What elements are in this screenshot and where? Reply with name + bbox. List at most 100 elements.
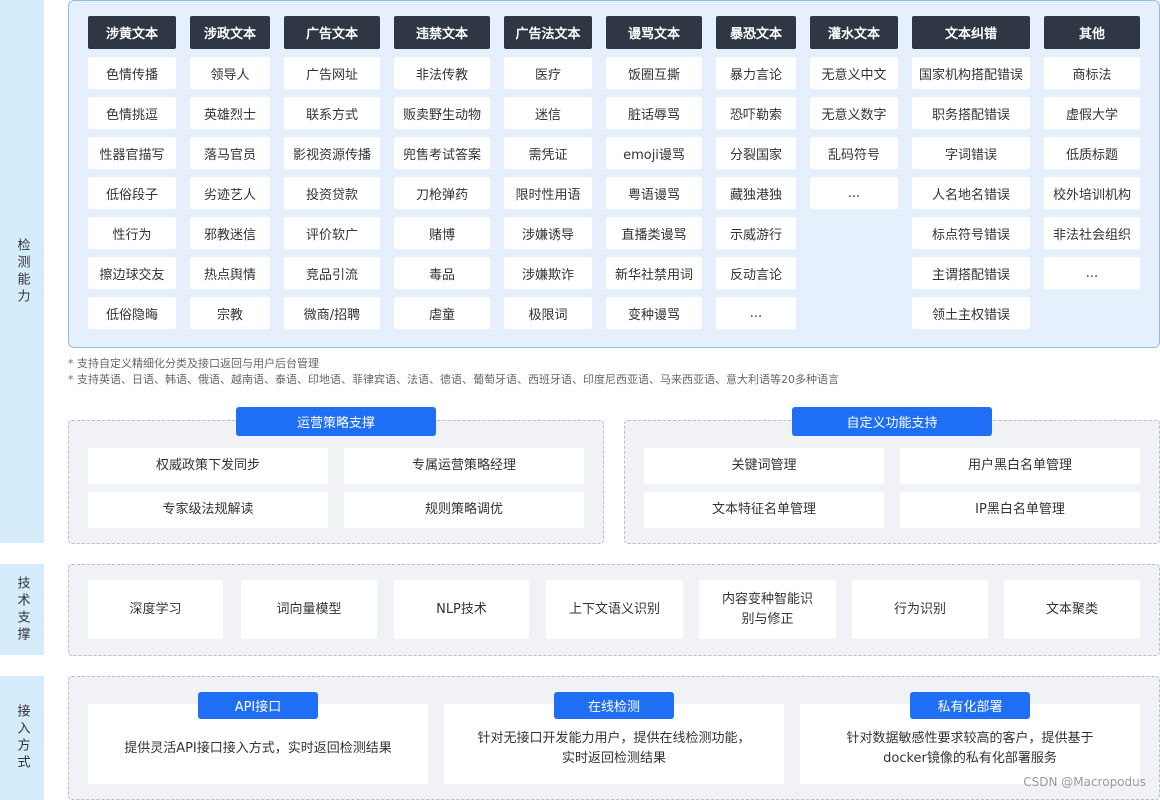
category-cell: 国家机构搭配错误 — [912, 57, 1030, 89]
side-label-access: 接入方式 — [0, 676, 44, 800]
ops-support-item: 专属运营策略经理 — [344, 448, 584, 484]
category-cell: 刀枪弹药 — [394, 177, 490, 209]
category-cell: 变种谩骂 — [606, 297, 702, 329]
category-cell: 饭圈互撕 — [606, 57, 702, 89]
side-label-tech: 技术支撑 — [0, 564, 44, 655]
category-cell: 恐吓勒索 — [716, 97, 796, 129]
category-cell: 领导人 — [190, 57, 270, 89]
side-label-access-text: 接入方式 — [14, 704, 30, 772]
column-header: 其他 — [1044, 16, 1140, 49]
tech-item: NLP技术 — [394, 580, 529, 639]
category-cell: 投资贷款 — [284, 177, 380, 209]
category-cell: 低俗段子 — [88, 177, 176, 209]
category-cell: 脏话辱骂 — [606, 97, 702, 129]
side-label-detection: 检测能力 — [0, 0, 44, 543]
detection-column: 其他 商标法 虚假大学 低质标题 校外培训机构 非法社会组织 ... — [1044, 16, 1140, 289]
category-cell: 涉嫌欺诈 — [504, 257, 592, 289]
category-cell: 反动言论 — [716, 257, 796, 289]
category-cell: 评价软广 — [284, 217, 380, 249]
custom-support-item: 用户黑白名单管理 — [900, 448, 1140, 484]
category-cell: 虐童 — [394, 297, 490, 329]
category-cell: 性器官描写 — [88, 137, 176, 169]
category-cell: 非法社会组织 — [1044, 217, 1140, 249]
category-cell: 劣迹艺人 — [190, 177, 270, 209]
note-line: * 支持自定义精细化分类及接口返回与用户后台管理 — [68, 357, 319, 370]
tech-item: 深度学习 — [88, 580, 223, 639]
detection-column: 涉政文本 领导人 英雄烈士 落马官员 劣迹艺人 邪教迷信 热点舆情 宗教 — [190, 16, 270, 329]
ops-support-item: 专家级法规解读 — [88, 492, 328, 528]
access-title-private: 私有化部署 — [910, 692, 1030, 719]
ops-support-title: 运营策略支撑 — [236, 407, 436, 436]
category-cell: 低质标题 — [1044, 137, 1140, 169]
support-notes: * 支持自定义精细化分类及接口返回与用户后台管理 * 支持英语、日语、韩语、俄语… — [68, 356, 839, 388]
detection-column: 违禁文本 非法传教 贩卖野生动物 兜售考试答案 刀枪弹药 赌博 毒品 虐童 — [394, 16, 490, 329]
column-header: 文本纠错 — [912, 16, 1030, 49]
category-cell: 乱码符号 — [810, 137, 898, 169]
category-cell: 落马官员 — [190, 137, 270, 169]
category-cell: 性行为 — [88, 217, 176, 249]
category-cell: 无意义中文 — [810, 57, 898, 89]
category-cell: 分裂国家 — [716, 137, 796, 169]
category-cell: 限时性用语 — [504, 177, 592, 209]
category-cell: 职务搭配错误 — [912, 97, 1030, 129]
category-cell: 色情传播 — [88, 57, 176, 89]
category-cell: 擦边球交友 — [88, 257, 176, 289]
custom-support-item: 关键词管理 — [644, 448, 884, 484]
category-cell: 无意义数字 — [810, 97, 898, 129]
category-cell: 赌博 — [394, 217, 490, 249]
tech-item: 内容变种智能识别与修正 — [699, 580, 836, 639]
category-cell: 标点符号错误 — [912, 217, 1030, 249]
category-cell: 领土主权错误 — [912, 297, 1030, 329]
category-cell: ... — [716, 297, 796, 329]
category-cell: 联系方式 — [284, 97, 380, 129]
category-cell: 热点舆情 — [190, 257, 270, 289]
category-cell: 粤语谩骂 — [606, 177, 702, 209]
detection-column: 谩骂文本 饭圈互撕 脏话辱骂 emoji谩骂 粤语谩骂 直播类谩骂 新华社禁用词… — [606, 16, 702, 329]
note-line: * 支持英语、日语、韩语、俄语、越南语、泰语、印地语、菲律宾语、法语、德语、葡萄… — [68, 373, 839, 386]
ops-support-item: 规则策略调优 — [344, 492, 584, 528]
ops-support-item: 权威政策下发同步 — [88, 448, 328, 484]
category-cell: 新华社禁用词 — [606, 257, 702, 289]
watermark: CSDN @Macropodus — [1023, 775, 1146, 789]
column-header: 广告法文本 — [504, 16, 592, 49]
category-cell: 毒品 — [394, 257, 490, 289]
category-cell: ... — [810, 177, 898, 209]
category-cell: 非法传教 — [394, 57, 490, 89]
category-cell: 兜售考试答案 — [394, 137, 490, 169]
category-cell: 人名地名错误 — [912, 177, 1030, 209]
category-cell: 商标法 — [1044, 57, 1140, 89]
category-cell: 暴力言论 — [716, 57, 796, 89]
category-cell: 竞品引流 — [284, 257, 380, 289]
category-cell: 宗教 — [190, 297, 270, 329]
category-cell: 邪教迷信 — [190, 217, 270, 249]
category-cell: emoji谩骂 — [606, 137, 702, 169]
category-cell: 示威游行 — [716, 217, 796, 249]
category-cell: 校外培训机构 — [1044, 177, 1140, 209]
category-cell: 极限词 — [504, 297, 592, 329]
category-cell: 迷信 — [504, 97, 592, 129]
detection-panel: 涉黄文本 色情传播 色情挑逗 性器官描写 低俗段子 性行为 擦边球交友 低俗隐晦… — [68, 0, 1160, 348]
category-cell: 英雄烈士 — [190, 97, 270, 129]
category-cell: 影视资源传播 — [284, 137, 380, 169]
category-cell: 虚假大学 — [1044, 97, 1140, 129]
category-cell: 藏独港独 — [716, 177, 796, 209]
tech-item: 词向量模型 — [241, 580, 377, 639]
custom-support-item: IP黑白名单管理 — [900, 492, 1140, 528]
category-cell: ... — [1044, 257, 1140, 289]
column-header: 涉黄文本 — [88, 16, 176, 49]
category-cell: 低俗隐晦 — [88, 297, 176, 329]
access-title-online: 在线检测 — [554, 692, 674, 719]
category-cell: 微商/招聘 — [284, 297, 380, 329]
category-cell: 贩卖野生动物 — [394, 97, 490, 129]
category-cell: 广告网址 — [284, 57, 380, 89]
detection-column: 暴恐文本 暴力言论 恐吓勒索 分裂国家 藏独港独 示威游行 反动言论 ... — [716, 16, 796, 329]
custom-support-item: 文本特征名单管理 — [644, 492, 884, 528]
column-header: 谩骂文本 — [606, 16, 702, 49]
tech-item: 文本聚类 — [1004, 580, 1140, 639]
detection-column: 广告法文本 医疗 迷信 需凭证 限时性用语 涉嫌诱导 涉嫌欺诈 极限词 — [504, 16, 592, 329]
category-cell: 需凭证 — [504, 137, 592, 169]
column-header: 涉政文本 — [190, 16, 270, 49]
column-header: 暴恐文本 — [716, 16, 796, 49]
column-header: 违禁文本 — [394, 16, 490, 49]
category-cell: 色情挑逗 — [88, 97, 176, 129]
